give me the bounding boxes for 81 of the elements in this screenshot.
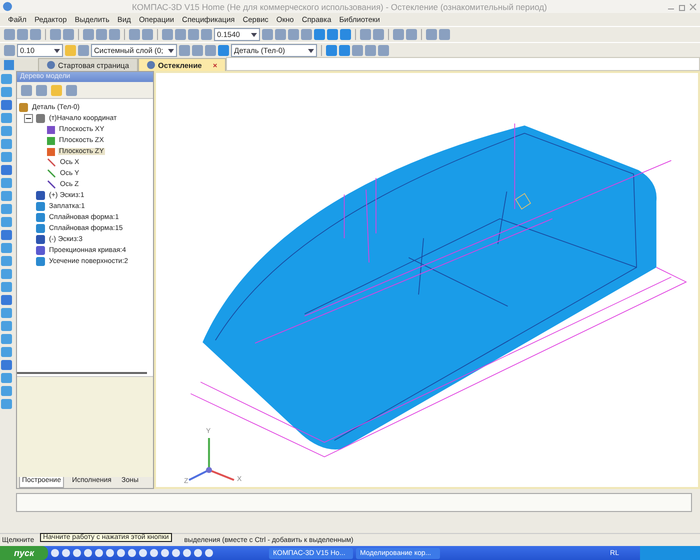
tool-icon[interactable] bbox=[1, 113, 12, 123]
toolbar-icon[interactable] bbox=[192, 45, 203, 56]
toolbar-icon[interactable] bbox=[129, 29, 140, 40]
tool-icon[interactable] bbox=[1, 165, 12, 175]
tool-icon[interactable] bbox=[1, 347, 12, 357]
tool-icon[interactable] bbox=[1, 308, 12, 318]
tool-icon[interactable] bbox=[1, 256, 12, 266]
caret-icon bbox=[54, 48, 60, 52]
toolbar-icon[interactable] bbox=[340, 29, 351, 40]
toolbar-icon[interactable] bbox=[406, 29, 417, 40]
app-logo-icon bbox=[3, 2, 12, 11]
toolbar-icon[interactable] bbox=[205, 45, 216, 56]
toolbar-icon[interactable] bbox=[175, 29, 186, 40]
start-button[interactable]: пуск bbox=[0, 546, 48, 560]
tool-icon[interactable] bbox=[1, 230, 12, 240]
toolbar-icon[interactable] bbox=[327, 29, 338, 40]
tool-icon[interactable] bbox=[1, 204, 12, 214]
toolbar-icon[interactable] bbox=[36, 84, 47, 96]
toolbar-icon[interactable] bbox=[288, 29, 299, 40]
toolbar-icon[interactable] bbox=[30, 29, 41, 40]
close-icon[interactable] bbox=[689, 2, 697, 10]
toolbar-icon[interactable] bbox=[96, 29, 107, 40]
toolbar-icon[interactable] bbox=[360, 29, 371, 40]
toolbar-icon[interactable] bbox=[17, 29, 28, 40]
toolbar-icon[interactable] bbox=[352, 45, 363, 56]
toolbar-icon[interactable] bbox=[365, 45, 376, 56]
restore-icon[interactable] bbox=[678, 2, 686, 10]
toolbar-icon[interactable] bbox=[142, 29, 153, 40]
caret-icon bbox=[308, 48, 314, 52]
toolbar-icon[interactable] bbox=[439, 29, 450, 40]
tool-icon[interactable] bbox=[1, 87, 12, 97]
toolbar-icon[interactable] bbox=[275, 29, 286, 40]
window-title: КОМПАС-3D V15 Home (Не для коммерческого использования) - Остекление (ознакомительный период) bbox=[131, 2, 548, 12]
toolbar-icon[interactable] bbox=[339, 45, 350, 56]
toolbar-icon[interactable] bbox=[4, 45, 15, 56]
toolbar-icon[interactable] bbox=[162, 29, 173, 40]
toolbar-icon[interactable] bbox=[65, 45, 76, 56]
toolbar-icon[interactable] bbox=[314, 29, 325, 40]
tool-icon[interactable] bbox=[1, 74, 12, 84]
toolbar-icon[interactable] bbox=[179, 45, 190, 56]
toolbar-icon[interactable] bbox=[21, 84, 32, 96]
tool-icon[interactable] bbox=[1, 217, 12, 227]
toolbar-icon[interactable] bbox=[378, 45, 389, 56]
toolbar-icon[interactable] bbox=[109, 29, 120, 40]
tool-icon[interactable] bbox=[1, 334, 12, 344]
tool-icon[interactable] bbox=[1, 399, 12, 409]
tool-icon[interactable] bbox=[1, 178, 12, 188]
tool-icon[interactable] bbox=[1, 139, 12, 149]
toolbar-icon[interactable] bbox=[66, 84, 77, 96]
tool-icon[interactable] bbox=[1, 126, 12, 136]
tool-icon[interactable] bbox=[1, 386, 12, 396]
tool-icon[interactable] bbox=[1, 152, 12, 162]
toolbar-icon[interactable] bbox=[78, 45, 89, 56]
system-tray bbox=[640, 546, 700, 560]
toolbar-icon[interactable] bbox=[218, 45, 229, 56]
tool-icon[interactable] bbox=[1, 295, 12, 305]
toolbar-icon[interactable] bbox=[201, 29, 212, 40]
tool-icon[interactable] bbox=[1, 191, 12, 201]
tool-icon[interactable] bbox=[1, 282, 12, 292]
toolbar-icon[interactable] bbox=[4, 29, 15, 40]
toolbar-icon[interactable] bbox=[301, 29, 312, 40]
tool-icon[interactable] bbox=[1, 269, 12, 279]
tool-icon[interactable] bbox=[1, 100, 12, 110]
toolbar-icon[interactable] bbox=[326, 45, 337, 56]
caret-icon bbox=[168, 48, 174, 52]
tool-icon[interactable] bbox=[1, 360, 12, 370]
tool-icon[interactable] bbox=[1, 373, 12, 383]
toolbar-icon[interactable] bbox=[51, 84, 62, 96]
toolbar-icon[interactable] bbox=[373, 29, 384, 40]
toolbar-icon[interactable] bbox=[426, 29, 437, 40]
toolbar-icon[interactable] bbox=[188, 29, 199, 40]
toolbar-icon[interactable] bbox=[262, 29, 273, 40]
toolbar-icon[interactable] bbox=[50, 29, 61, 40]
toolbar-icon[interactable] bbox=[83, 29, 94, 40]
toolbar-icon[interactable] bbox=[393, 29, 404, 40]
collapse-icon[interactable] bbox=[24, 114, 33, 123]
tool-icon[interactable] bbox=[1, 243, 12, 253]
toolbar-icon[interactable] bbox=[63, 29, 74, 40]
command-field[interactable] bbox=[16, 493, 692, 512]
caret-icon bbox=[251, 32, 257, 36]
tool-icon[interactable] bbox=[1, 321, 12, 331]
